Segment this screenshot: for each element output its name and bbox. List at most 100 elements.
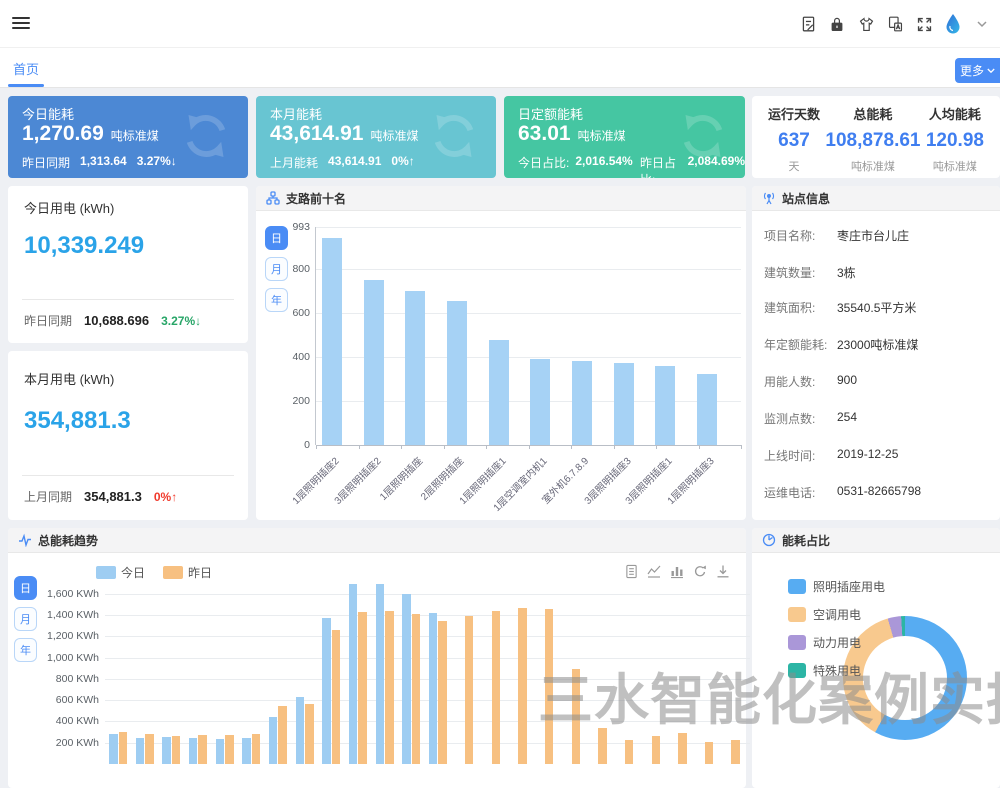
kpi-unit: 吨标准煤 bbox=[111, 127, 159, 144]
card-value: 354,881.3 bbox=[24, 407, 131, 435]
card-title: 本月用电 (kWh) bbox=[24, 369, 114, 388]
trend-bar-yesterday[interactable] bbox=[438, 621, 447, 764]
legend-swatch bbox=[788, 579, 806, 594]
pie-legend-item-照明插座用电[interactable]: 照明插座用电 bbox=[788, 578, 885, 595]
tab-bar: 首页 更多 bbox=[0, 48, 1000, 88]
x-axis-tick bbox=[316, 445, 317, 449]
fullscreen-icon[interactable] bbox=[914, 14, 934, 34]
trend-bar-today[interactable] bbox=[269, 717, 278, 764]
x-axis-tick bbox=[529, 445, 530, 449]
branch-bar[interactable] bbox=[447, 301, 467, 445]
branch-bar[interactable] bbox=[697, 374, 717, 445]
trend-bar-yesterday[interactable] bbox=[518, 608, 527, 764]
kpi-card-today-energy: 今日能耗 1,270.69 吨标准煤 昨日同期 1,313.64 3.27%↓ bbox=[8, 96, 248, 178]
gridline bbox=[105, 615, 750, 616]
trend-bar-yesterday[interactable] bbox=[678, 733, 687, 764]
x-axis-tick bbox=[699, 445, 700, 449]
edit-note-icon[interactable] bbox=[798, 14, 818, 34]
trend-bar-today[interactable] bbox=[429, 613, 438, 764]
branch-bar[interactable] bbox=[405, 291, 425, 445]
photo-watermark: 三水智能化案例实拍 bbox=[538, 655, 1000, 735]
legend-item-昨日[interactable]: 昨日 bbox=[163, 564, 212, 581]
chevron-down-icon bbox=[987, 68, 995, 74]
trend-bar-today[interactable] bbox=[296, 697, 305, 764]
branch-bar[interactable] bbox=[364, 280, 384, 445]
more-button[interactable]: 更多 bbox=[955, 58, 1000, 83]
trend-bar-today[interactable] bbox=[376, 584, 385, 764]
y-axis-tick-label: 400 bbox=[268, 351, 310, 363]
trend-bar-yesterday[interactable] bbox=[305, 704, 314, 764]
trend-legend: 今日 昨日 bbox=[96, 564, 212, 581]
site-row-label: 年定额能耗: bbox=[764, 336, 827, 353]
x-axis-tick bbox=[656, 445, 657, 449]
y-axis-tick-label: 400 KWh bbox=[23, 715, 99, 727]
pie-legend-item-动力用电[interactable]: 动力用电 bbox=[788, 634, 861, 651]
kpi-card-daily-quota-energy: 日定额能耗 63.01 吨标准煤 今日占比: 2,016.54% 昨日占比: 2… bbox=[504, 96, 745, 178]
chevron-down-icon[interactable] bbox=[972, 14, 992, 34]
branch-bar[interactable] bbox=[322, 238, 342, 445]
line-chart-icon[interactable] bbox=[647, 564, 661, 579]
trend-bar-yesterday[interactable] bbox=[412, 614, 421, 764]
trend-bar-yesterday[interactable] bbox=[358, 612, 367, 764]
theme-shirt-icon[interactable] bbox=[856, 14, 876, 34]
y-axis-tick-label: 600 bbox=[268, 307, 310, 319]
trend-bar-today[interactable] bbox=[402, 594, 411, 764]
gridline bbox=[316, 269, 741, 270]
trend-bar-yesterday[interactable] bbox=[119, 732, 128, 764]
x-axis-tick bbox=[401, 445, 402, 449]
site-row-value: 0531-82665798 bbox=[837, 484, 921, 498]
trend-bar-yesterday[interactable] bbox=[145, 734, 154, 764]
trend-bar-today[interactable] bbox=[189, 738, 198, 764]
kpi-value: 43,614.91 bbox=[270, 122, 363, 146]
branch-bar[interactable] bbox=[614, 363, 634, 445]
branch-bar[interactable] bbox=[489, 340, 509, 445]
y-axis-tick-label: 800 bbox=[268, 263, 310, 275]
trend-bar-today[interactable] bbox=[136, 738, 145, 764]
translate-icon[interactable] bbox=[885, 14, 905, 34]
trend-bar-today[interactable] bbox=[349, 584, 358, 764]
branch-bar-chart[interactable]: 02004006008009931层照明插座23层照明插座21层照明插座2层照明… bbox=[315, 227, 740, 445]
antenna-icon bbox=[762, 191, 776, 205]
kpi-change: 3.27%↓ bbox=[137, 154, 177, 171]
gridline bbox=[316, 227, 741, 228]
y-axis-tick-label: 993 bbox=[268, 221, 310, 233]
y-axis-tick-label: 0 bbox=[268, 439, 310, 451]
legend-swatch bbox=[788, 607, 806, 622]
bar-chart-icon[interactable] bbox=[670, 564, 684, 579]
legend-item-今日[interactable]: 今日 bbox=[96, 564, 145, 581]
water-drop-logo[interactable] bbox=[943, 14, 963, 34]
branch-bar[interactable] bbox=[530, 359, 550, 445]
legend-swatch bbox=[96, 566, 116, 579]
branch-bar[interactable] bbox=[572, 361, 592, 445]
trend-bar-today[interactable] bbox=[109, 734, 118, 764]
data-view-icon[interactable] bbox=[625, 564, 638, 579]
site-row-label: 建筑面积: bbox=[764, 299, 815, 316]
refresh-icon[interactable] bbox=[693, 564, 707, 579]
pie-clock-icon bbox=[762, 533, 776, 547]
lock-icon[interactable] bbox=[827, 14, 847, 34]
site-row-label: 运维电话: bbox=[764, 484, 815, 501]
site-row-value: 23000吨标准煤 bbox=[837, 336, 918, 353]
hamburger-menu-icon[interactable] bbox=[12, 17, 30, 31]
download-icon[interactable] bbox=[716, 564, 730, 579]
trend-bar-yesterday[interactable] bbox=[492, 611, 501, 764]
tab-home[interactable]: 首页 bbox=[13, 59, 39, 78]
pie-legend-item-空调用电[interactable]: 空调用电 bbox=[788, 606, 861, 623]
trend-bar-yesterday[interactable] bbox=[705, 742, 714, 764]
trend-bar-yesterday[interactable] bbox=[625, 740, 634, 764]
trend-bar-yesterday[interactable] bbox=[278, 706, 287, 764]
trend-bar-yesterday[interactable] bbox=[465, 616, 474, 764]
trend-bar-yesterday[interactable] bbox=[731, 740, 740, 764]
trend-bar-today[interactable] bbox=[162, 737, 171, 764]
trend-bar-today[interactable] bbox=[216, 739, 225, 764]
trend-bar-today[interactable] bbox=[242, 738, 251, 764]
trend-bar-yesterday[interactable] bbox=[652, 736, 661, 764]
site-row-value: 900 bbox=[837, 373, 857, 387]
trend-bar-yesterday[interactable] bbox=[332, 630, 341, 764]
branch-bar[interactable] bbox=[655, 366, 675, 445]
y-axis-tick-label: 1,000 KWh bbox=[23, 652, 99, 664]
trend-bar-yesterday[interactable] bbox=[252, 734, 261, 764]
trend-bar-yesterday[interactable] bbox=[385, 611, 394, 764]
gridline bbox=[105, 594, 750, 595]
trend-bar-today[interactable] bbox=[322, 618, 331, 764]
